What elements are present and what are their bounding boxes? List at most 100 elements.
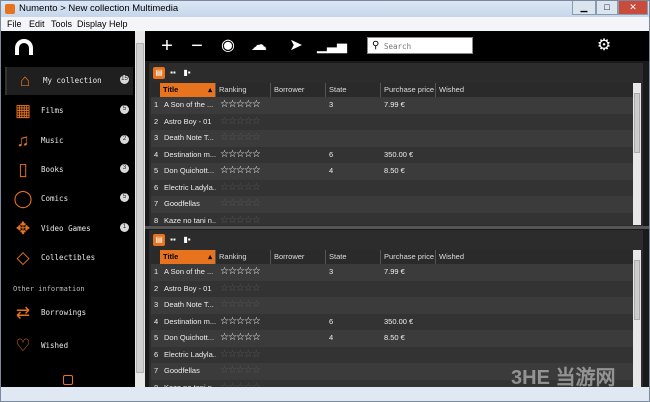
rating-stars[interactable]: ☆☆☆☆☆ <box>220 347 260 363</box>
cell-title: A Son of the ... <box>164 100 214 109</box>
maximize-button[interactable]: □ <box>596 1 618 15</box>
close-button[interactable]: ✕ <box>618 1 648 15</box>
table-row[interactable]: 4 Destination m... 6 350.00 € ☆☆☆☆☆ <box>151 146 633 163</box>
menu-help[interactable]: Help <box>109 19 128 29</box>
row-number: 5 <box>154 333 159 342</box>
count-badge: 2 <box>120 135 129 144</box>
rating-stars[interactable]: ☆☆☆☆☆ <box>220 196 260 212</box>
rating-stars[interactable]: ☆☆☆☆☆ <box>220 147 260 163</box>
sidebar-item-books[interactable]: ▯ Books 3 <box>5 156 133 184</box>
section-label-other-information: Other information <box>13 285 85 293</box>
send-icon[interactable]: ➤ <box>286 36 306 56</box>
table-row[interactable]: 2 Astro Boy - 01 ☆☆☆☆☆ <box>151 280 633 297</box>
book-icon: ▯ <box>18 160 28 179</box>
app-body: ⌂ My collection 15 ▦ Films 5 ♫ Music 2 ▯… <box>1 31 649 396</box>
panel-splitter[interactable] <box>145 226 649 229</box>
column-wished[interactable]: Wished <box>436 83 626 97</box>
table-row[interactable]: 5 Don Quichott... 4 8.50 € ☆☆☆☆☆ <box>151 330 633 347</box>
menu-tools[interactable]: Tools <box>51 19 72 29</box>
scrollbar-thumb[interactable] <box>634 93 640 153</box>
title-bar: Numento > New collection Multimedia ▁ □ … <box>1 1 649 17</box>
sidebar-item-wished[interactable]: ♡ Wished <box>5 332 133 360</box>
rating-stars[interactable]: ☆☆☆☆☆ <box>220 281 260 297</box>
menu-file[interactable]: File <box>7 19 22 29</box>
column-title[interactable]: Title ▴ <box>160 83 216 97</box>
table-row[interactable]: 1 A Son of the ... 3 7.99 € ☆☆☆☆☆ <box>151 97 633 114</box>
table-row[interactable]: 8 Kaze no tani n... ☆☆☆☆☆ <box>151 212 633 226</box>
minimize-button[interactable]: ▁ <box>572 1 596 15</box>
sidebar-item-label: Films <box>41 106 64 115</box>
table-row[interactable]: 5 Don Quichott... 4 8.50 € ☆☆☆☆☆ <box>151 163 633 180</box>
rating-stars[interactable]: ☆☆☆☆☆ <box>220 314 260 330</box>
sidebar-item-borrowings[interactable]: ⇄ Borrowings <box>5 299 133 327</box>
count-badge: 5 <box>120 105 129 114</box>
column-borrower[interactable]: Borrower <box>271 83 326 97</box>
app-window: Numento > New collection Multimedia ▁ □ … <box>0 0 650 402</box>
cell-title: Electric Ladyla... <box>164 182 216 192</box>
column-purchase-price[interactable]: Purchase price <box>381 83 436 97</box>
rating-stars[interactable]: ☆☆☆☆☆ <box>220 130 260 146</box>
sidebar-item-collectibles[interactable]: ◇ Collectibles <box>5 244 133 272</box>
grid-view-icon[interactable]: ▪▪ <box>167 234 179 246</box>
cell-title: Electric Ladyla... <box>164 349 216 359</box>
lock-icon[interactable] <box>63 375 73 385</box>
list-view-icon[interactable]: ▤ <box>153 67 165 79</box>
rating-stars[interactable]: ☆☆☆☆☆ <box>220 213 260 226</box>
rating-stars[interactable]: ☆☆☆☆☆ <box>220 330 260 346</box>
list-view-icon[interactable]: ▤ <box>153 234 165 246</box>
column-wished[interactable]: Wished <box>436 250 626 264</box>
rating-stars[interactable]: ☆☆☆☆☆ <box>220 264 260 280</box>
sidebar-item-video-games[interactable]: ✥ Video Games 1 <box>5 215 133 243</box>
table-row[interactable]: 7 Goodfellas ☆☆☆☆☆ <box>151 196 633 213</box>
table-row[interactable]: 3 Death Note T... ☆☆☆☆☆ <box>151 130 633 147</box>
table-header: Title ▴ Ranking Borrower State Purchase … <box>151 250 633 264</box>
column-ranking[interactable]: Ranking <box>216 250 271 264</box>
stats-icon[interactable]: ▁▃▅ <box>317 36 347 56</box>
column-ranking[interactable]: Ranking <box>216 83 271 97</box>
cell-title: Don Quichott... <box>164 166 215 175</box>
sidebar-item-label: Books <box>41 165 64 174</box>
grid-view-icon[interactable]: ▪▪ <box>167 67 179 79</box>
cell-title: Death Note T... <box>164 133 214 142</box>
cell-title: Kaze no tani n... <box>164 215 216 225</box>
table-row[interactable]: 6 Electric Ladyla... ☆☆☆☆☆ <box>151 179 633 196</box>
cover-view-icon[interactable]: ▮▪ <box>181 67 193 79</box>
column-state[interactable]: State <box>326 83 381 97</box>
rating-stars[interactable]: ☆☆☆☆☆ <box>220 97 260 113</box>
rating-stars[interactable]: ☆☆☆☆☆ <box>220 180 260 196</box>
column-state[interactable]: State <box>326 250 381 264</box>
table-row[interactable]: 3 Death Note T... ☆☆☆☆☆ <box>151 297 633 314</box>
rating-stars[interactable]: ☆☆☆☆☆ <box>220 114 260 130</box>
table-scrollbar[interactable] <box>633 83 641 225</box>
download-icon[interactable]: ☁ <box>249 36 269 56</box>
search-field[interactable]: ⚲ <box>367 37 473 54</box>
table-row[interactable]: 1 A Son of the ... 3 7.99 € ☆☆☆☆☆ <box>151 264 633 281</box>
scrollbar-thumb[interactable] <box>136 43 144 373</box>
scrollbar-thumb[interactable] <box>634 260 640 320</box>
rating-stars[interactable]: ☆☆☆☆☆ <box>220 163 260 179</box>
table-row[interactable]: 2 Astro Boy - 01 ☆☆☆☆☆ <box>151 113 633 130</box>
rating-stars[interactable]: ☆☆☆☆☆ <box>220 297 260 313</box>
sidebar-scrollbar[interactable] <box>135 31 145 387</box>
sidebar-item-my-collection[interactable]: ⌂ My collection 15 <box>5 67 133 95</box>
view-icon[interactable]: ◉ <box>218 36 238 56</box>
table-row[interactable]: 4 Destination m... 6 350.00 € ☆☆☆☆☆ <box>151 313 633 330</box>
toolbar: + − ◉ ☁ ➤ ▁▃▅ ⚲ ⚙ <box>145 31 649 61</box>
cell-title: Goodfellas <box>164 366 200 375</box>
cover-view-icon[interactable]: ▮▪ <box>181 234 193 246</box>
menu-edit[interactable]: Edit <box>29 19 45 29</box>
column-title[interactable]: Title ▴ <box>160 250 216 264</box>
remove-icon[interactable]: − <box>187 36 207 56</box>
search-input[interactable] <box>384 40 470 52</box>
add-icon[interactable]: + <box>157 36 177 56</box>
sidebar-item-music[interactable]: ♫ Music 2 <box>5 127 133 155</box>
sidebar-item-comics[interactable]: ◯ Comics 5 <box>5 185 133 213</box>
column-purchase-price[interactable]: Purchase price <box>381 250 436 264</box>
menu-display[interactable]: Display <box>77 19 107 29</box>
table-scrollbar[interactable] <box>633 250 641 392</box>
count-badge: 1 <box>120 223 129 232</box>
sidebar-item-films[interactable]: ▦ Films 5 <box>5 97 133 125</box>
column-borrower[interactable]: Borrower <box>271 250 326 264</box>
settings-icon[interactable]: ⚙ <box>594 36 614 56</box>
rating-stars[interactable]: ☆☆☆☆☆ <box>220 363 260 379</box>
